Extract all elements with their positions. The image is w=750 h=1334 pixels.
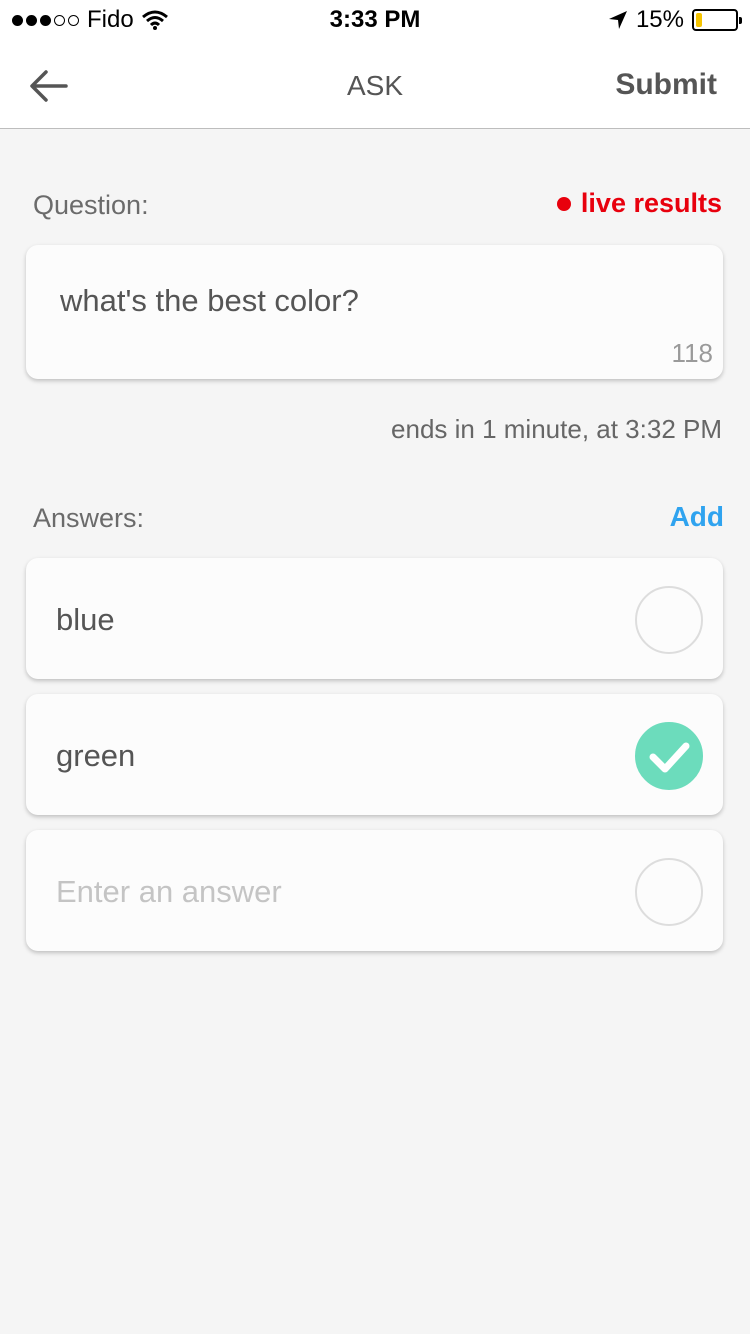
checkmark-icon bbox=[649, 742, 690, 773]
answer-text[interactable]: blue bbox=[56, 602, 115, 638]
answer-text[interactable]: green bbox=[56, 738, 135, 774]
submit-button[interactable]: Submit bbox=[615, 68, 717, 102]
live-results-indicator: live results bbox=[556, 188, 722, 219]
char-count: 118 bbox=[671, 338, 713, 368]
answer-placeholder[interactable]: Enter an answer bbox=[56, 874, 282, 910]
end-time-text[interactable]: ends in 1 minute, at 3:32 PM bbox=[391, 414, 722, 445]
live-dot-icon bbox=[556, 196, 571, 211]
status-bar: Fido 3:33 PM 15% bbox=[0, 0, 750, 40]
live-results-label: live results bbox=[580, 188, 722, 218]
question-input[interactable]: what's the best color? 118 bbox=[26, 245, 723, 379]
nav-bar: ASK Submit bbox=[0, 40, 750, 129]
answer-radio-checked[interactable] bbox=[635, 722, 703, 790]
question-text[interactable]: what's the best color? bbox=[60, 283, 359, 319]
question-label: Question: bbox=[33, 190, 149, 220]
answer-item[interactable]: green bbox=[26, 694, 723, 815]
answer-radio-unchecked[interactable] bbox=[635, 586, 703, 654]
answers-label: Answers: bbox=[33, 503, 145, 533]
status-right: 15% bbox=[608, 6, 742, 34]
location-arrow-icon bbox=[608, 11, 627, 29]
battery-fill bbox=[696, 13, 702, 27]
battery-icon bbox=[692, 9, 742, 31]
answer-radio-unchecked[interactable] bbox=[635, 858, 703, 926]
battery-percent: 15% bbox=[635, 6, 684, 33]
answer-item[interactable]: blue bbox=[26, 558, 723, 679]
new-answer-field[interactable]: Enter an answer bbox=[26, 830, 723, 951]
add-answer-button[interactable]: Add bbox=[670, 501, 724, 533]
